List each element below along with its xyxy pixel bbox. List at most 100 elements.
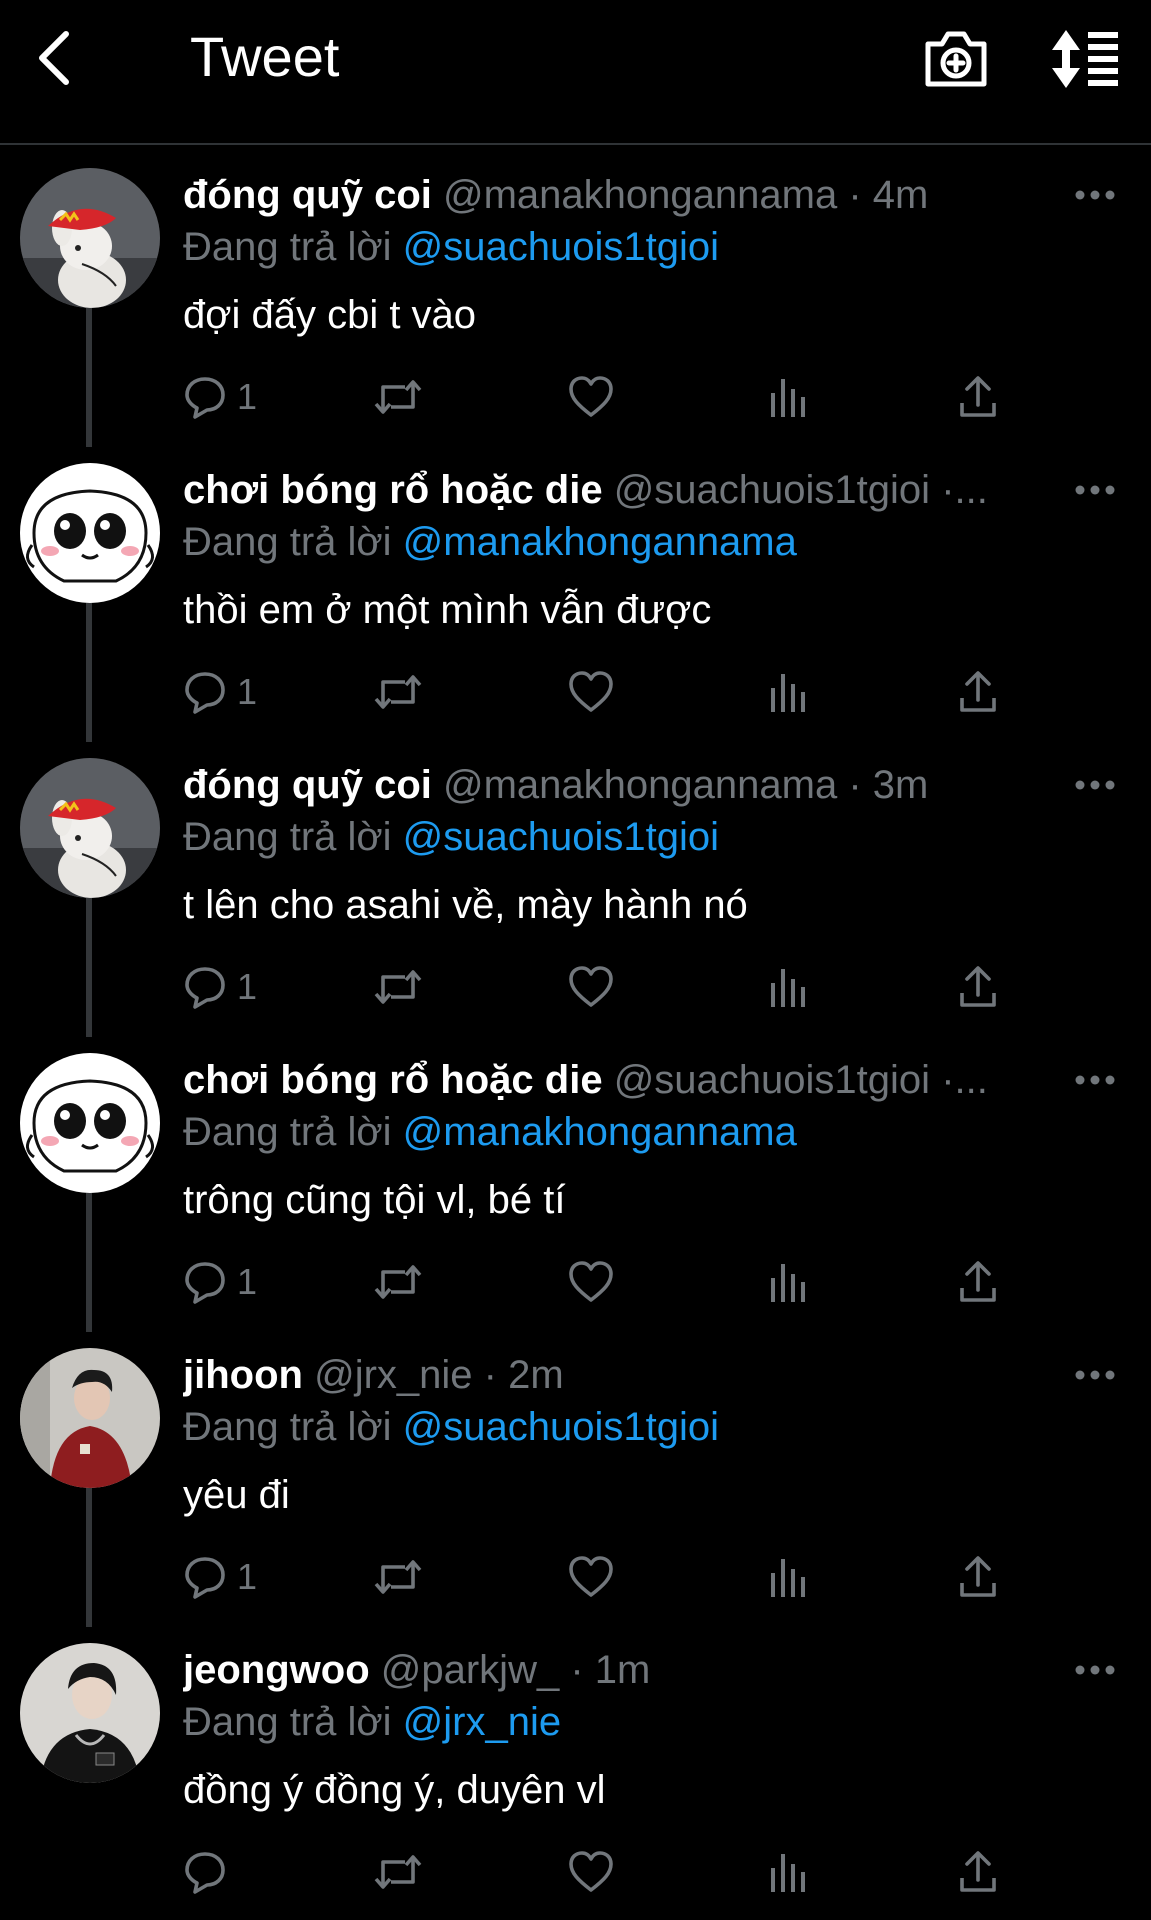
display-name[interactable]: jihoon [183, 1353, 303, 1397]
replying-to-handle[interactable]: @suachuois1tgioi [403, 815, 719, 859]
replying-to-label: Đang trả lời [183, 520, 392, 564]
share-button[interactable] [958, 1547, 998, 1607]
more-horizontal-icon [1075, 1075, 1115, 1085]
reply-icon [185, 377, 225, 419]
tweet-text: trông cũng tội vl, bé tí [183, 1178, 566, 1222]
analytics-button[interactable] [768, 1842, 808, 1902]
analytics-button[interactable] [768, 367, 808, 427]
reply-button[interactable] [183, 1842, 237, 1902]
more-options-button[interactable] [1072, 470, 1118, 510]
like-button[interactable] [568, 1547, 614, 1607]
cartoon-avatar-image [20, 1053, 160, 1193]
more-horizontal-icon [1075, 1665, 1115, 1675]
analytics-button[interactable] [768, 662, 808, 722]
sort-replies-button[interactable] [1048, 28, 1120, 90]
more-options-button[interactable] [1072, 765, 1118, 805]
retweet-button[interactable] [373, 1547, 423, 1607]
tweet-actions: 1 [183, 367, 1043, 427]
avatar[interactable] [20, 1053, 160, 1193]
replying-to-label: Đang trả lời [183, 1405, 392, 1449]
tweet[interactable]: chơi bóng rổ hoặc die @suachuois1tgioi ·… [0, 1032, 1151, 1332]
like-button[interactable] [568, 1842, 614, 1902]
reply-icon [185, 1262, 225, 1304]
bar-chart-icon [771, 379, 805, 417]
avatar[interactable] [20, 463, 160, 603]
thread-connector [86, 1182, 92, 1332]
display-name[interactable]: chơi bóng rổ hoặc die [183, 1058, 603, 1102]
retweet-button[interactable] [373, 1842, 423, 1902]
display-name[interactable]: chơi bóng rổ hoặc die [183, 468, 603, 512]
analytics-button[interactable] [768, 1547, 808, 1607]
share-button[interactable] [958, 1252, 998, 1312]
like-button[interactable] [568, 957, 614, 1017]
share-button[interactable] [958, 957, 998, 1017]
more-options-button[interactable] [1072, 1355, 1118, 1395]
bar-chart-icon [771, 969, 805, 1007]
tweet[interactable]: chơi bóng rổ hoặc die @suachuois1tgioi ·… [0, 442, 1151, 742]
share-button[interactable] [958, 367, 998, 427]
more-options-button[interactable] [1072, 1650, 1118, 1690]
more-options-button[interactable] [1072, 1060, 1118, 1100]
replying-to-handle[interactable]: @suachuois1tgioi [403, 1405, 719, 1449]
add-photo-button[interactable] [922, 26, 990, 90]
separator-dot: · [848, 173, 862, 217]
tweet[interactable]: đóng quỹ coi @manakhongannama · 4m Đang … [0, 147, 1151, 447]
retweet-button[interactable] [373, 367, 423, 427]
replying-to-handle[interactable]: @manakhongannama [403, 1110, 797, 1154]
replying-to: Đang trả lời @manakhongannama [183, 514, 797, 570]
reply-button[interactable]: 1 [183, 957, 257, 1017]
reply-icon [185, 1852, 225, 1894]
retweet-button[interactable] [373, 957, 423, 1017]
retweet-icon [374, 380, 422, 414]
avatar[interactable] [20, 168, 160, 308]
like-button[interactable] [568, 662, 614, 722]
analytics-button[interactable] [768, 1252, 808, 1312]
reply-button[interactable]: 1 [183, 367, 257, 427]
bar-chart-icon [771, 1559, 805, 1597]
separator-dot: · [848, 763, 862, 807]
reply-button[interactable]: 1 [183, 1547, 257, 1607]
bar-chart-icon [771, 1264, 805, 1302]
share-button[interactable] [958, 1842, 998, 1902]
separator-dot: ·... [941, 468, 988, 512]
tweet-text: đợi đấy cbi t vào [183, 293, 477, 337]
more-options-button[interactable] [1072, 175, 1118, 215]
display-name[interactable]: đóng quỹ coi [183, 763, 432, 807]
reply-count: 1 [237, 966, 258, 1007]
user-handle: @suachuois1tgioi [613, 1058, 931, 1102]
avatar[interactable] [20, 758, 160, 898]
tweet[interactable]: jeongwoo @parkjw_ · 1m Đang trả lời @jrx… [0, 1622, 1151, 1917]
retweet-button[interactable] [373, 1252, 423, 1312]
avatar[interactable] [20, 1348, 160, 1488]
replying-to: Đang trả lời @manakhongannama [183, 1104, 797, 1160]
reply-button[interactable]: 1 [183, 1252, 257, 1312]
thread-connector [86, 592, 92, 742]
replying-to: Đang trả lời @suachuois1tgioi [183, 219, 719, 275]
retweet-button[interactable] [373, 662, 423, 722]
share-button[interactable] [958, 662, 998, 722]
back-button[interactable] [28, 28, 88, 88]
heart-icon [569, 671, 613, 712]
retweet-icon [374, 1855, 422, 1889]
user-handle: @manakhongannama [443, 763, 838, 807]
avatar[interactable] [20, 1643, 160, 1783]
like-button[interactable] [568, 1252, 614, 1312]
tweet-header: chơi bóng rổ hoặc die @suachuois1tgioi ·… [183, 462, 1063, 518]
display-name[interactable]: jeongwoo [183, 1648, 370, 1692]
heart-icon [569, 1851, 613, 1892]
tweet[interactable]: jihoon @jrx_nie · 2m Đang trả lời @suach… [0, 1327, 1151, 1627]
tweet-actions: 1 [183, 1252, 1043, 1312]
timestamp: 1m [594, 1648, 651, 1692]
reply-button[interactable]: 1 [183, 662, 257, 722]
timestamp: 4m [872, 173, 929, 217]
display-name[interactable]: đóng quỹ coi [183, 173, 432, 217]
tweet-actions [183, 1842, 1043, 1902]
reply-count: 1 [237, 376, 258, 417]
analytics-button[interactable] [768, 957, 808, 1017]
tweet[interactable]: đóng quỹ coi @manakhongannama · 3m Đang … [0, 737, 1151, 1037]
replying-to-handle[interactable]: @jrx_nie [403, 1700, 561, 1744]
replying-to-handle[interactable]: @manakhongannama [403, 520, 797, 564]
replying-to-handle[interactable]: @suachuois1tgioi [403, 225, 719, 269]
like-button[interactable] [568, 367, 614, 427]
thread-connector [86, 1477, 92, 1627]
